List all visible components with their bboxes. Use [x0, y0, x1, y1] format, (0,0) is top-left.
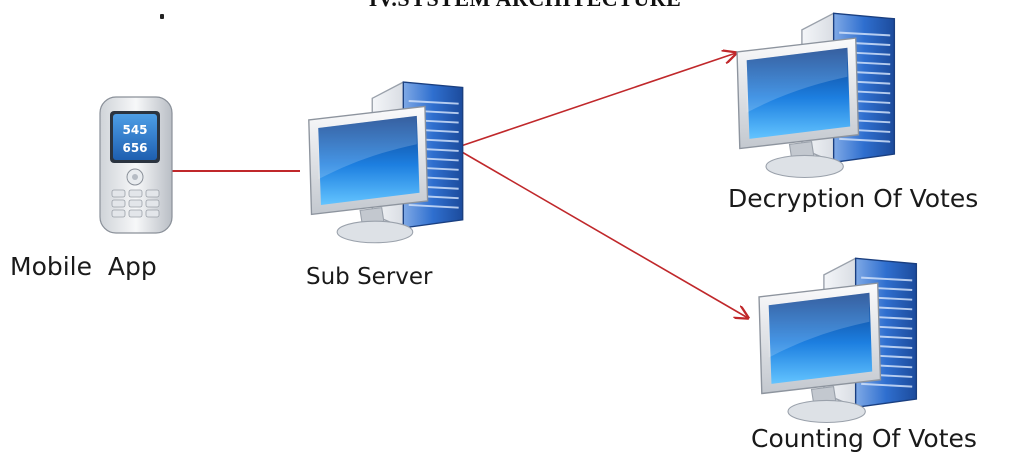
mobile-app-label: Mobile App	[10, 252, 157, 281]
counting-label: Counting Of Votes	[751, 424, 977, 453]
decryption-server-computer-icon	[736, 12, 896, 179]
architecture-diagram: IV.SYSTEM ARCHITECTURE	[0, 0, 1016, 453]
mobile-phone-icon: 545 656	[99, 96, 173, 234]
decryption-label: Decryption Of Votes	[728, 184, 979, 213]
arrow-to-decryption	[454, 53, 736, 149]
counting-server-computer-icon	[758, 257, 918, 424]
sub-server-label: Sub Server	[306, 264, 433, 290]
phone-screen-number-1: 545	[122, 123, 147, 137]
arrow-to-counting	[454, 147, 748, 318]
sub-server-computer-icon	[307, 81, 464, 244]
diagram-canvas: 545 656	[99, 12, 918, 424]
phone-screen-number-2: 656	[122, 141, 147, 155]
